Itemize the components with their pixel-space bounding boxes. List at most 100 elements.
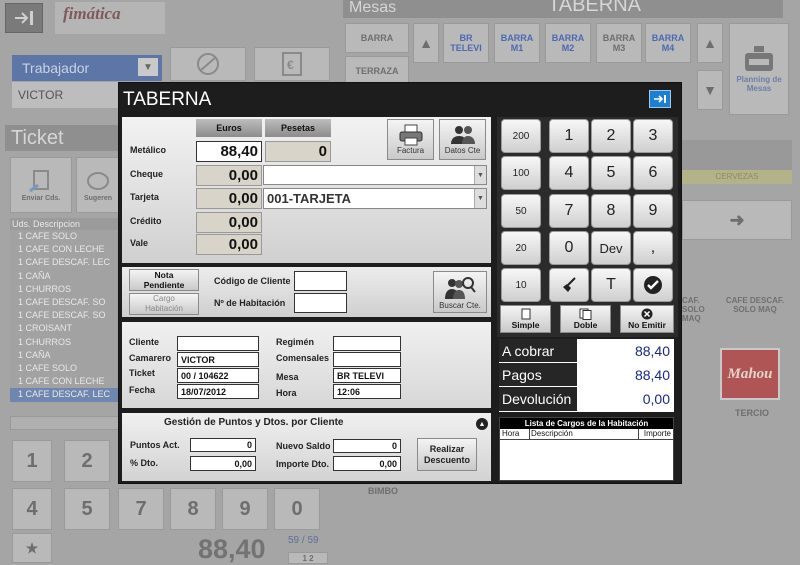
- key-100[interactable]: 100: [501, 156, 541, 190]
- mesa-field[interactable]: BR TELEVI: [333, 368, 401, 383]
- bg-total: 88,40: [198, 534, 266, 564]
- tarjeta-label: Tarjeta: [130, 192, 159, 202]
- dialog-close-button[interactable]: [649, 90, 671, 108]
- key-clear[interactable]: [549, 268, 589, 302]
- doble-button[interactable]: Doble: [560, 305, 611, 333]
- camarero-field[interactable]: VICTOR: [177, 352, 259, 367]
- key-50[interactable]: 50: [501, 194, 541, 228]
- list-item[interactable]: 1 CAFE CON LECHE: [10, 375, 120, 388]
- cheque-select[interactable]: ▼: [263, 165, 487, 185]
- cargo-habitacion-button[interactable]: Cargo Habitación: [129, 293, 199, 315]
- bg-key-8[interactable]: 8: [170, 488, 216, 530]
- planning-button[interactable]: Planning de Mesas: [729, 23, 789, 115]
- collapse-icon[interactable]: ▲: [476, 418, 488, 430]
- key-7[interactable]: 7: [549, 194, 589, 228]
- nuevo-saldo-field[interactable]: 0: [333, 439, 401, 453]
- key-3[interactable]: 3: [633, 119, 673, 153]
- bg-product-caf-solo[interactable]: CAF. SOLO MAQ: [682, 296, 712, 326]
- simple-button[interactable]: Simple: [500, 305, 551, 333]
- list-item[interactable]: 1 CAFE SOLO: [10, 230, 120, 243]
- table-barra-m3[interactable]: BARRA M3: [596, 23, 642, 63]
- key-20[interactable]: 20: [501, 231, 541, 265]
- list-item[interactable]: 1 CHURROS: [10, 336, 120, 349]
- key-4[interactable]: 4: [549, 156, 589, 190]
- bg-key-4[interactable]: 4: [12, 488, 52, 530]
- euro-button[interactable]: €: [254, 47, 330, 81]
- list-item[interactable]: 1 CAFE SOLO: [10, 362, 120, 375]
- datos-cte-button[interactable]: Datos Cte: [439, 119, 486, 160]
- nota-pendiente-button[interactable]: Nota Pendiente: [129, 269, 199, 291]
- devolucion-label: Devolución: [499, 387, 577, 411]
- tarjeta-euros-field[interactable]: 0,00: [196, 188, 262, 209]
- bg-key-9[interactable]: 9: [222, 488, 268, 530]
- habitacion-input[interactable]: [294, 293, 347, 313]
- key-dev[interactable]: Dev: [591, 231, 631, 265]
- bg-sub-page[interactable]: 1 2: [288, 552, 328, 564]
- cheque-euros-field[interactable]: 0,00: [196, 165, 262, 186]
- no-emitir-button[interactable]: No Emitir: [620, 305, 674, 333]
- key-9[interactable]: 9: [633, 194, 673, 228]
- list-item-selected[interactable]: 1 CAFE DESCAF. LEC: [10, 388, 120, 402]
- key-comma[interactable]: ,: [633, 231, 673, 265]
- bg-key-7[interactable]: 7: [118, 488, 164, 530]
- tarjeta-select[interactable]: 001-TARJETA ▼: [263, 188, 487, 209]
- hora-field[interactable]: 12:06: [333, 384, 401, 399]
- bg-key-percent[interactable]: ★: [12, 533, 52, 563]
- sugerencias-button[interactable]: Sugeren: [76, 157, 120, 213]
- table-barra-m2[interactable]: BARRA M2: [545, 23, 591, 63]
- list-item[interactable]: 1 CAÑA: [10, 349, 120, 362]
- cliente-field[interactable]: [177, 336, 259, 351]
- key-0[interactable]: 0: [549, 231, 589, 265]
- comensales-field[interactable]: [333, 352, 401, 367]
- metalico-euros-field[interactable]: 88,40: [196, 141, 262, 162]
- bg-key-5[interactable]: 5: [64, 488, 110, 530]
- fecha-field[interactable]: 18/07/2012: [177, 384, 259, 399]
- charges-col-desc: Descripción: [531, 429, 573, 438]
- key-confirm[interactable]: [633, 268, 673, 302]
- trabajador-select[interactable]: Trabajador ▼: [12, 55, 162, 81]
- key-5[interactable]: 5: [591, 156, 631, 190]
- scroll-up-arrow-right[interactable]: ▲: [697, 23, 723, 63]
- list-item[interactable]: 1 CAFE DESCAF. SO: [10, 309, 120, 322]
- scroll-down-arrow-right[interactable]: ▼: [697, 70, 723, 110]
- bg-key-2[interactable]: 2: [64, 440, 110, 482]
- dto-field[interactable]: 0,00: [190, 456, 256, 471]
- credito-euros-field[interactable]: 0,00: [196, 212, 262, 233]
- bg-key-0[interactable]: 0: [274, 488, 320, 530]
- list-item[interactable]: 1 CAÑA: [10, 270, 120, 283]
- key-t[interactable]: T: [591, 268, 631, 302]
- key-2[interactable]: 2: [591, 119, 631, 153]
- bg-product-cafe-descaf[interactable]: CAFE DESCAF. SOLO MAQ: [715, 296, 795, 326]
- buscar-cte-button[interactable]: Buscar Cte.: [433, 271, 487, 313]
- list-item[interactable]: 1 CAFE CON LECHE: [10, 243, 120, 256]
- vale-euros-field[interactable]: 0,00: [196, 234, 262, 255]
- importe-dto-field[interactable]: 0,00: [333, 456, 401, 471]
- realizar-descuento-button[interactable]: Realizar Descuento: [417, 438, 477, 471]
- key-200[interactable]: 200: [501, 119, 541, 153]
- ticket-field[interactable]: 00 / 104622: [177, 368, 259, 383]
- factura-button[interactable]: Factura: [387, 119, 434, 160]
- logout-button[interactable]: [5, 3, 43, 33]
- table-barra[interactable]: BARRA: [345, 23, 409, 53]
- no-smoking-button[interactable]: [170, 47, 246, 81]
- codigo-cliente-input[interactable]: [294, 271, 347, 291]
- bg-mahou-logo[interactable]: Mahou: [720, 348, 780, 400]
- key-1[interactable]: 1: [549, 119, 589, 153]
- table-br-televi[interactable]: BR TELEVI: [443, 23, 489, 63]
- key-8[interactable]: 8: [591, 194, 631, 228]
- list-item[interactable]: 1 CAFE DESCAF. SO: [10, 296, 120, 309]
- enviar-button[interactable]: Enviar Cds.: [10, 157, 72, 213]
- bg-arrow-right[interactable]: ➜: [682, 200, 792, 240]
- key-10[interactable]: 10: [501, 268, 541, 302]
- key-6[interactable]: 6: [633, 156, 673, 190]
- list-item[interactable]: 1 CHURROS: [10, 283, 120, 296]
- scroll-up-arrow[interactable]: ▲: [413, 23, 439, 63]
- puntos-field[interactable]: 0: [190, 438, 256, 452]
- table-barra-m1[interactable]: BARRA M1: [494, 23, 540, 63]
- list-item[interactable]: 1 CAFE DESCAF. LEC: [10, 256, 120, 269]
- bg-key-1[interactable]: 1: [12, 440, 52, 482]
- metalico-pesetas-field[interactable]: 0: [265, 141, 331, 162]
- list-item[interactable]: 1 CROISANT: [10, 322, 120, 335]
- table-barra-m4[interactable]: BARRA M4: [645, 23, 691, 63]
- regimen-field[interactable]: [333, 336, 401, 351]
